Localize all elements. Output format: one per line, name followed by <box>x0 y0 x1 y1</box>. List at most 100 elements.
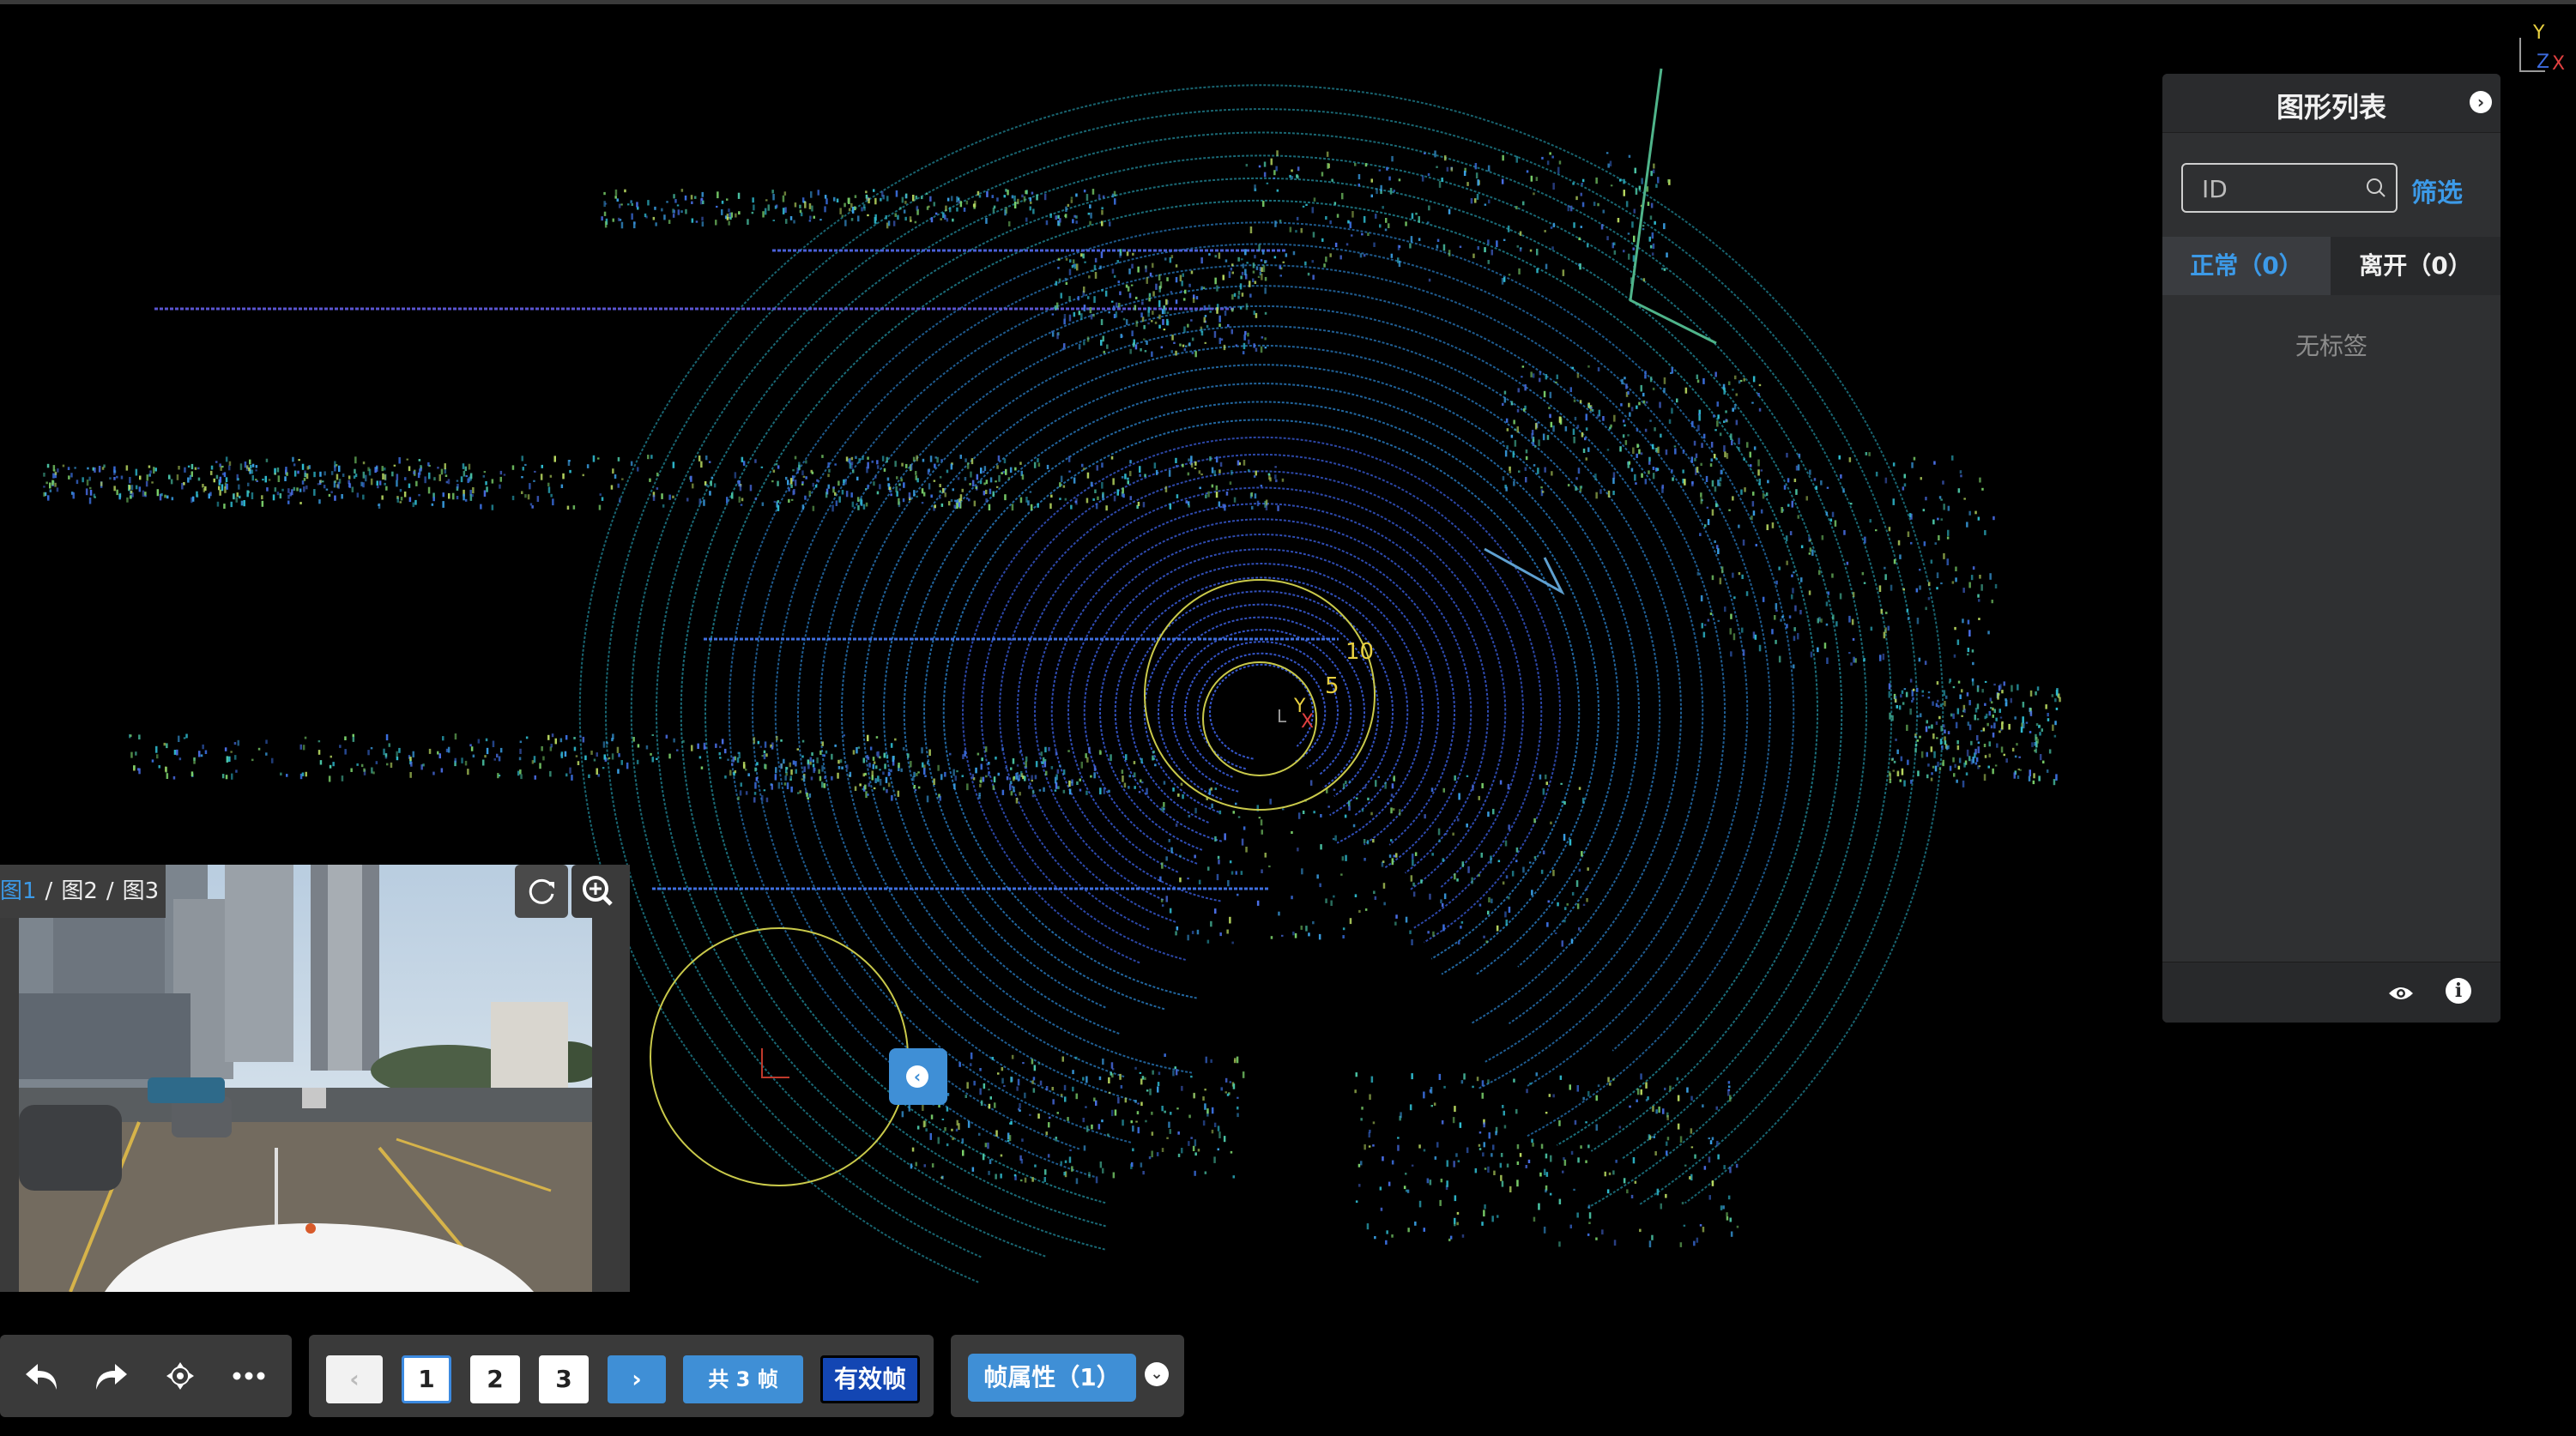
lidar-point <box>1032 1077 1036 1081</box>
lidar-point <box>1379 224 1382 228</box>
lidar-point <box>381 466 384 472</box>
lidar-point <box>1461 1234 1465 1238</box>
lidar-point <box>894 213 897 217</box>
next-page-button[interactable]: › <box>608 1355 666 1403</box>
lidar-point <box>1037 1062 1041 1065</box>
lidar-point <box>886 456 888 463</box>
lidar-point <box>2011 685 2013 692</box>
page-button-2[interactable]: 2 <box>470 1355 520 1403</box>
lidar-point <box>1110 456 1114 460</box>
redo-icon[interactable] <box>91 1355 132 1397</box>
lidar-point <box>1525 477 1527 483</box>
tab-normal[interactable]: 正常（0） <box>2162 237 2331 295</box>
collapse-panel-icon[interactable]: › <box>2470 91 2492 113</box>
lidar-point <box>1536 268 1539 274</box>
lidar-point <box>1988 741 1991 747</box>
lidar-point <box>1483 1142 1485 1148</box>
lidar-point <box>1724 606 1726 612</box>
camera-tab-2[interactable]: 图2 <box>61 878 98 904</box>
lidar-point <box>597 457 600 460</box>
lidar-point <box>921 488 924 494</box>
lidar-point <box>1752 510 1756 516</box>
lidar-point <box>979 1068 982 1071</box>
lidar-point <box>1427 931 1430 934</box>
lidar-point <box>1398 178 1401 182</box>
camera-image[interactable] <box>19 865 592 1292</box>
scan-ring <box>923 401 1600 1011</box>
lidar-point <box>1466 182 1469 186</box>
valid-frame-button[interactable]: 有效帧 <box>820 1355 920 1403</box>
lidar-point <box>938 1104 940 1108</box>
lidar-point <box>1155 283 1158 290</box>
lidar-point <box>1387 802 1389 805</box>
search-field[interactable] <box>2181 163 2398 213</box>
filter-button[interactable]: 筛选 <box>2411 172 2463 209</box>
minimap-toggle-button[interactable]: ‹ <box>889 1048 947 1105</box>
camera-tab-1[interactable]: 图1 <box>0 878 37 904</box>
lidar-point <box>895 190 898 197</box>
lidar-point <box>203 488 206 492</box>
more-icon[interactable] <box>228 1355 269 1397</box>
lidar-point <box>1420 879 1423 884</box>
search-icon[interactable] <box>2365 177 2387 199</box>
lidar-point <box>1991 600 1993 604</box>
lidar-point <box>1606 236 1609 241</box>
recenter-icon[interactable] <box>160 1355 201 1397</box>
lidar-point <box>1899 554 1902 559</box>
lidar-point <box>1581 183 1583 185</box>
lidar-point <box>362 482 365 488</box>
camera-tab-3[interactable]: 图3 <box>123 878 160 904</box>
lidar-point <box>879 769 881 771</box>
lidar-point <box>1709 1140 1713 1144</box>
lidar-point <box>1978 765 1981 768</box>
lidar-point <box>1975 757 1979 763</box>
page-button-1[interactable]: 1 <box>402 1355 451 1403</box>
lidar-point <box>1897 540 1901 546</box>
lidar-point <box>1175 1069 1178 1076</box>
lidar-point <box>873 481 875 486</box>
lidar-point <box>939 496 941 499</box>
lidar-point <box>1785 535 1788 542</box>
lidar-point <box>2022 716 2024 724</box>
lidar-point <box>1140 779 1142 783</box>
lidar-point <box>1021 1138 1024 1142</box>
refresh-button[interactable] <box>515 865 568 918</box>
chevron-down-icon[interactable]: ⌄ <box>1145 1362 1169 1386</box>
frame-attributes-button[interactable]: 帧属性（1） <box>968 1354 1136 1402</box>
lidar-point <box>1019 462 1022 465</box>
undo-icon[interactable] <box>21 1355 62 1397</box>
lidar-point <box>1142 1171 1145 1175</box>
lidar-point <box>988 762 990 765</box>
lidar-point <box>1488 1132 1491 1139</box>
eye-icon[interactable] <box>2387 981 2415 1005</box>
lidar-point <box>1910 541 1913 545</box>
lidar-point <box>1364 858 1366 861</box>
lidar-point <box>1793 636 1796 642</box>
lidar-point <box>1758 644 1762 652</box>
info-icon[interactable]: i <box>2446 978 2471 1004</box>
lidar-point <box>1080 313 1083 320</box>
lidar-point <box>302 745 305 751</box>
lidar-point <box>1615 1159 1618 1163</box>
lidar-point <box>572 505 576 510</box>
prev-page-button[interactable]: ‹ <box>326 1355 383 1403</box>
lidar-point <box>547 486 551 493</box>
lidar-point <box>732 757 735 763</box>
lidar-point <box>1045 770 1048 775</box>
lidar-point <box>908 492 911 499</box>
lidar-point <box>1744 487 1746 492</box>
lidar-point <box>621 478 624 480</box>
lidar-point <box>1914 747 1917 753</box>
page-button-3[interactable]: 3 <box>539 1355 589 1403</box>
lidar-point <box>717 191 719 199</box>
lidar-point <box>927 761 929 765</box>
lidar-point <box>617 217 620 221</box>
lidar-point <box>1412 854 1414 860</box>
lidar-point <box>1113 275 1116 278</box>
search-input[interactable] <box>2183 165 2375 213</box>
lidar-point <box>1938 767 1942 771</box>
zoom-in-button[interactable] <box>571 865 625 918</box>
lidar-point <box>1302 205 1305 208</box>
tab-leave[interactable]: 离开（0） <box>2331 237 2500 295</box>
lidar-point <box>1937 517 1939 521</box>
